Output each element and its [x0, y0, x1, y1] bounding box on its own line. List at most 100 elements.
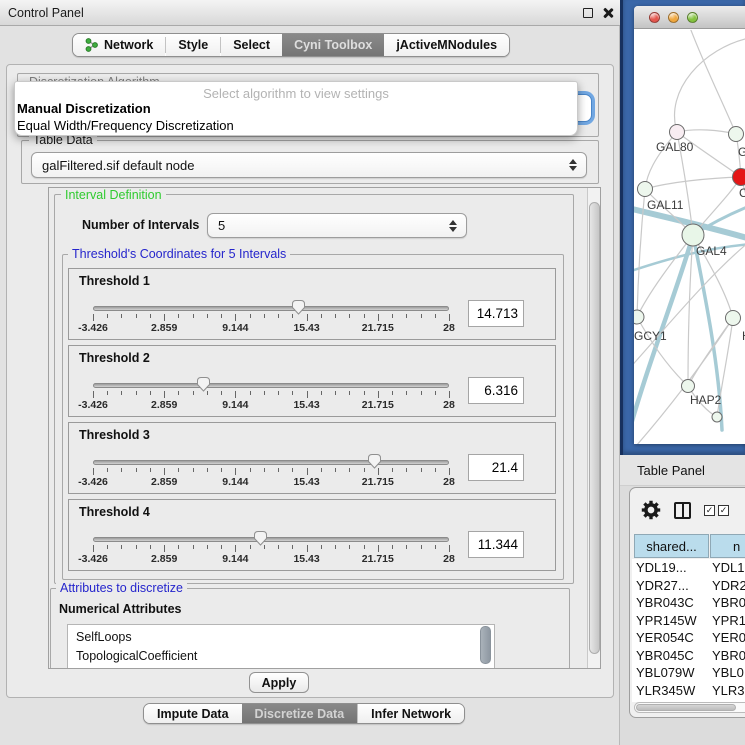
slider-handle[interactable] [367, 453, 382, 469]
tick-label: 15.43 [293, 476, 319, 488]
network-node[interactable] [634, 310, 644, 324]
tab-select[interactable]: Select [221, 34, 282, 56]
algorithm-dropdown-popup: Select algorithm to view settings Manual… [14, 81, 578, 136]
network-node[interactable] [726, 311, 741, 326]
minor-tick [150, 468, 151, 472]
cell-shared-name: YLR345W [632, 683, 710, 698]
float-window-icon[interactable] [583, 8, 593, 18]
tab-impute-data[interactable]: Impute Data [144, 704, 242, 723]
gear-icon[interactable] [641, 500, 661, 520]
algorithm-placeholder-item[interactable]: Select algorithm to view settings [15, 82, 577, 100]
minor-tick [136, 545, 137, 549]
table-row[interactable]: YBR043CYBR0 [632, 594, 745, 612]
network-node[interactable] [682, 380, 695, 393]
network-node[interactable] [729, 127, 744, 142]
column-header-shared-name[interactable]: shared... [634, 534, 709, 558]
horizontal-scrollbar-track[interactable] [634, 702, 745, 713]
table-panel-title: Table Panel [637, 463, 705, 478]
tab-select-label: Select [233, 38, 270, 52]
cell-name: YDR2 [710, 578, 745, 593]
network-node[interactable] [682, 224, 704, 246]
control-panel-titlebar: Control Panel [0, 0, 620, 26]
major-tick [307, 468, 308, 475]
tab-network[interactable]: Network [73, 34, 165, 56]
control-panel: Control Panel Network Style Selec [0, 0, 620, 745]
slider-handle[interactable] [196, 376, 211, 392]
minor-tick [178, 314, 179, 318]
minor-tick [278, 314, 279, 318]
horizontal-scrollbar-thumb[interactable] [636, 704, 736, 711]
tab-discretize-data-label: Discretize Data [255, 707, 345, 721]
cell-name: YER0 [710, 630, 745, 645]
tab-jactivemnodules[interactable]: jActiveMNodules [384, 34, 509, 56]
minimize-light[interactable] [668, 12, 679, 23]
cell-shared-name: YDL19... [632, 560, 710, 575]
minor-tick [264, 391, 265, 395]
threshold-value-input[interactable]: 6.316 [468, 377, 524, 404]
algorithm-option-manual[interactable]: Manual Discretization [15, 100, 577, 117]
slider-handle[interactable] [291, 299, 306, 315]
minor-tick [150, 391, 151, 395]
tab-infer-network[interactable]: Infer Network [357, 704, 464, 723]
tab-discretize-data[interactable]: Discretize Data [242, 704, 358, 723]
slider-handle[interactable] [253, 530, 268, 546]
list-item[interactable]: BetweennessCentrality [68, 665, 494, 669]
network-canvas[interactable]: GAL80GACGAL11GAL4GCY1HHAP2 [634, 30, 745, 444]
threshold-panel: Threshold 2-3.4262.8599.14415.4321.71528… [68, 345, 556, 417]
network-node[interactable] [733, 169, 745, 186]
major-tick [378, 391, 379, 398]
attributes-list-scrollbar[interactable] [480, 626, 491, 664]
network-node[interactable] [670, 125, 685, 140]
apply-button[interactable]: Apply [249, 672, 309, 693]
unselect-all-icon[interactable]: ✓ [718, 505, 729, 516]
numerical-attributes-label: Numerical Attributes [59, 602, 181, 616]
slider-track[interactable] [93, 383, 449, 388]
threshold-panel: Threshold 1-3.4262.8599.14415.4321.71528… [68, 268, 556, 340]
network-icon [85, 38, 98, 52]
table-row[interactable]: YBL079WYBL0 [632, 664, 745, 682]
minor-tick [178, 545, 179, 549]
table-data-select[interactable]: galFiltered.sif default node [31, 152, 587, 178]
tick-label: 9.144 [222, 476, 248, 488]
table-row[interactable]: YLR345WYLR3 [632, 682, 745, 700]
major-tick [235, 545, 236, 552]
slider-track[interactable] [93, 460, 449, 465]
minor-tick [136, 314, 137, 318]
network-window[interactable]: GAL80GACGAL11GAL4GCY1HHAP2 [634, 6, 745, 444]
minor-tick [435, 545, 436, 549]
table-row[interactable]: YDL19...YDL1 [632, 559, 745, 577]
minor-tick [264, 468, 265, 472]
tab-cyni-toolbox[interactable]: Cyni Toolbox [282, 34, 384, 56]
table-row[interactable]: YBR045CYBR0 [632, 647, 745, 665]
minor-tick [392, 468, 393, 472]
apply-button-label: Apply [262, 676, 297, 690]
table-row[interactable]: YER054CYER0 [632, 629, 745, 647]
table-row[interactable]: YPR145WYPR1 [632, 612, 745, 630]
network-node[interactable] [638, 182, 653, 197]
minor-tick [278, 545, 279, 549]
table-row[interactable]: YDR27...YDR2 [632, 577, 745, 595]
list-item[interactable]: SelfLoops [68, 628, 494, 647]
tab-network-label: Network [104, 38, 153, 52]
network-window-titlebar[interactable] [634, 6, 745, 29]
algorithm-option-equal-width[interactable]: Equal Width/Frequency Discretization [15, 117, 577, 134]
threshold-value-input[interactable]: 14.713 [468, 300, 524, 327]
num-intervals-select[interactable]: 5 [207, 213, 467, 238]
major-tick [307, 545, 308, 552]
threshold-value-input[interactable]: 11.344 [468, 531, 524, 558]
list-item[interactable]: TopologicalCoefficient [68, 647, 494, 666]
minor-tick [321, 391, 322, 395]
close-panel-icon[interactable] [602, 7, 614, 19]
slider-track[interactable] [93, 537, 449, 542]
network-node[interactable] [712, 412, 722, 422]
tick-label: 28 [443, 476, 455, 488]
slider-track[interactable] [93, 306, 449, 311]
tab-style[interactable]: Style [166, 34, 220, 56]
close-light[interactable] [649, 12, 660, 23]
column-header-name[interactable]: n [710, 534, 745, 558]
split-view-icon[interactable] [674, 502, 691, 519]
threshold-value-input[interactable]: 21.4 [468, 454, 524, 481]
vertical-scrollbar-thumb[interactable] [589, 202, 600, 654]
zoom-light[interactable] [687, 12, 698, 23]
select-all-icon[interactable]: ✓ [704, 505, 715, 516]
